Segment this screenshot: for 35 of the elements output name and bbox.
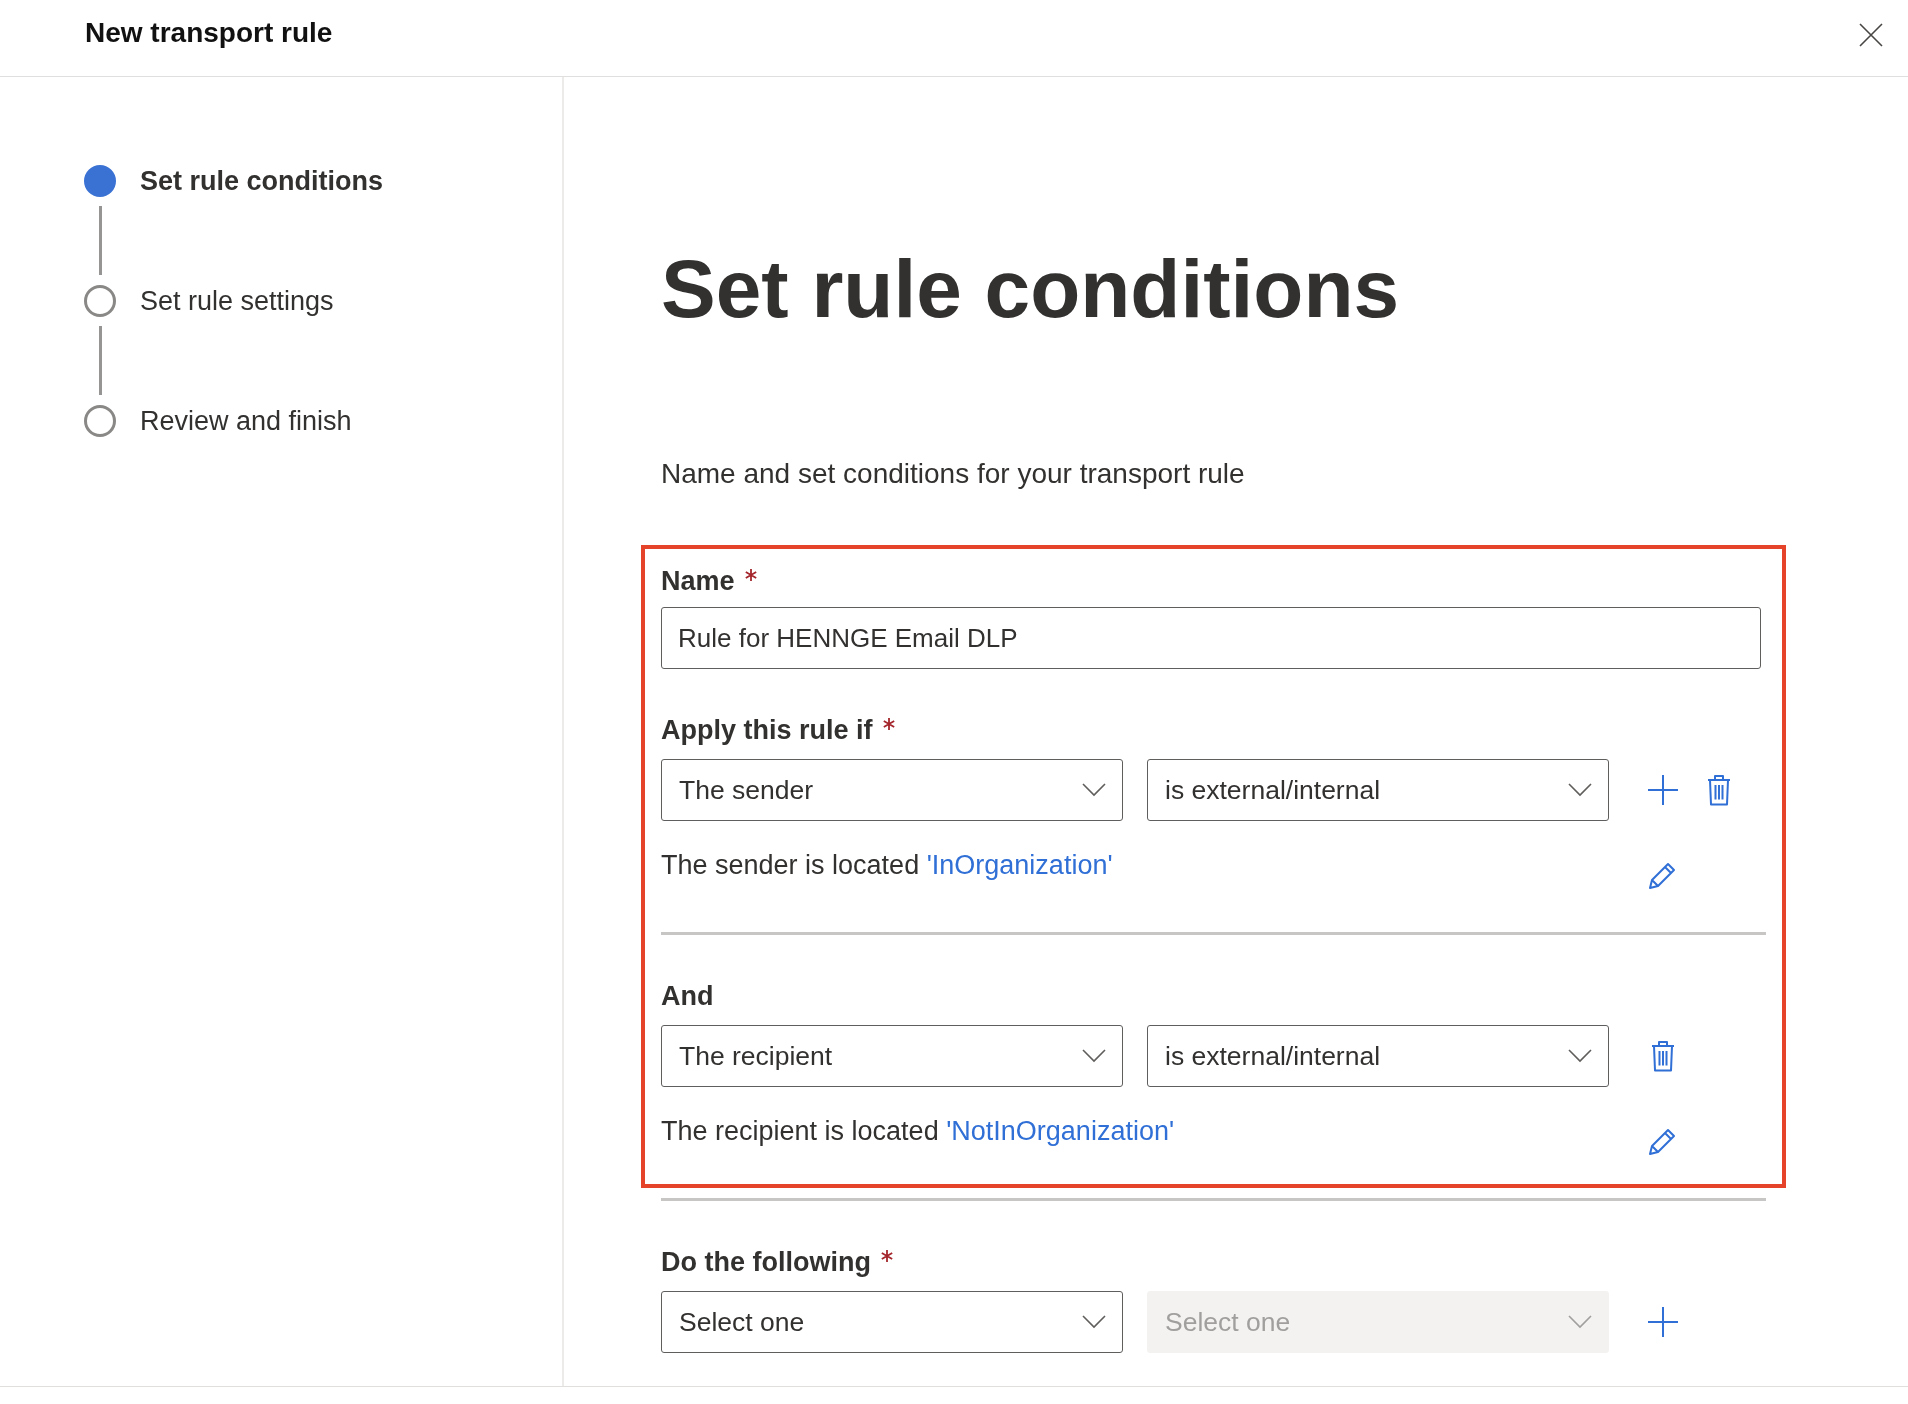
step-label: Set rule conditions [140, 165, 384, 198]
step-connector [98, 326, 102, 395]
action-label: Do the following [661, 1246, 871, 1279]
chevron-down-icon [1568, 783, 1592, 797]
chevron-down-icon [1568, 1049, 1592, 1063]
dropdown[interactable]: Select one [661, 1291, 1123, 1353]
name-input[interactable]: Rule for HENNGE Email DLP [661, 607, 1761, 669]
dropdown[interactable]: The sender [661, 759, 1123, 821]
dialog-title: New transport rule [85, 16, 333, 50]
close-icon [1859, 23, 1883, 47]
chevron-down-icon [1082, 1315, 1106, 1329]
step-connector [98, 206, 102, 275]
trash-icon [1707, 774, 1731, 806]
condition-label: Apply this rule if [661, 714, 873, 747]
condition-label: And [661, 980, 714, 1013]
page-description: Name and set conditions for your transport rule [661, 457, 1245, 491]
page-heading: Set rule conditions [661, 242, 1400, 336]
location-link[interactable]: 'NotInOrganization' [946, 1116, 1175, 1146]
chevron-down-icon [1082, 1049, 1106, 1063]
plus-icon [1648, 775, 1678, 805]
plus-icon [1648, 1307, 1678, 1337]
location-link[interactable]: 'InOrganization' [926, 850, 1113, 880]
dropdown[interactable]: is external/internal [1147, 759, 1609, 821]
step-label: Review and finish [140, 405, 352, 438]
chevron-down-icon [1568, 1315, 1592, 1329]
condition-summary: The recipient is located 'NotInOrganization' [661, 1115, 1175, 1148]
pencil-icon [1648, 860, 1678, 890]
dropdown[interactable]: is external/internal [1147, 1025, 1609, 1087]
step-label: Set rule settings [140, 285, 334, 318]
chevron-down-icon [1082, 783, 1106, 797]
dropdown[interactable]: The recipient [661, 1025, 1123, 1087]
pencil-icon [1648, 1126, 1678, 1156]
field-label: Name [661, 565, 735, 598]
condition-summary: The sender is located 'InOrganization' [661, 849, 1113, 882]
trash-icon [1651, 1040, 1675, 1072]
